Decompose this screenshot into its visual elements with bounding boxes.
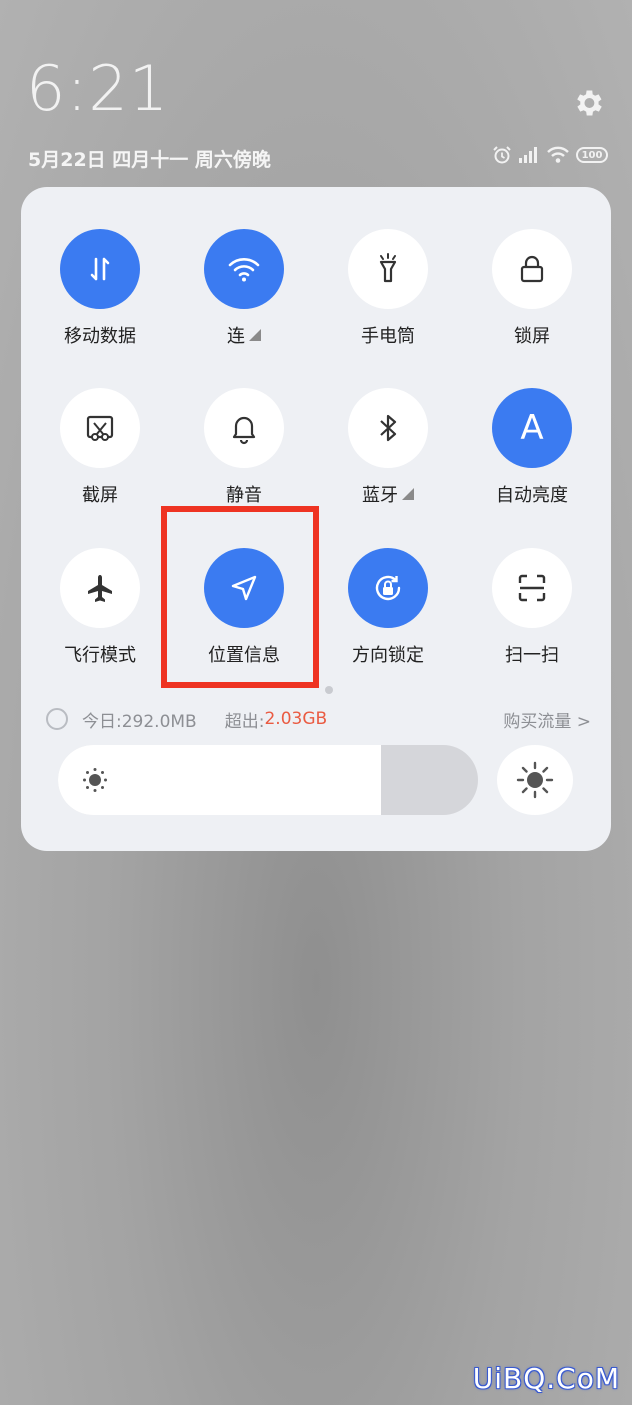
battery-icon: 100 bbox=[576, 147, 608, 163]
signal-icon bbox=[519, 147, 537, 163]
settings-gear-icon[interactable] bbox=[571, 86, 605, 120]
tile-scan[interactable]: 扫一扫 bbox=[467, 548, 597, 667]
tile-label: 飞行模式 bbox=[64, 645, 136, 666]
tile-wifi[interactable]: 连 bbox=[179, 229, 309, 348]
scan-icon[interactable] bbox=[492, 548, 572, 628]
tile-screenshot[interactable]: 截屏 bbox=[35, 388, 165, 507]
tile-flashlight[interactable]: 手电筒 bbox=[323, 229, 453, 348]
tile-auto-brightness[interactable]: A 自动亮度 bbox=[467, 388, 597, 507]
rotation-lock-icon[interactable] bbox=[348, 548, 428, 628]
lock-icon[interactable] bbox=[492, 229, 572, 309]
tile-label: 锁屏 bbox=[514, 326, 550, 347]
tile-label: 移动数据 bbox=[64, 326, 136, 347]
watermark-text: UiBQ.CoM bbox=[472, 1362, 620, 1395]
flashlight-icon[interactable] bbox=[348, 229, 428, 309]
page-indicator-dot bbox=[325, 686, 333, 694]
tile-label: 手电筒 bbox=[361, 326, 415, 347]
tile-label: 连 bbox=[227, 326, 245, 347]
highlight-box bbox=[161, 506, 319, 688]
wifi-icon[interactable] bbox=[204, 229, 284, 309]
clock-time: 6:21 bbox=[26, 52, 170, 125]
tile-label: 截屏 bbox=[82, 485, 118, 506]
buy-data-link[interactable]: 购买流量 > bbox=[503, 707, 591, 732]
bell-icon[interactable] bbox=[204, 388, 284, 468]
tile-label: 扫一扫 bbox=[505, 645, 559, 666]
brightness-low-icon bbox=[83, 768, 107, 792]
tile-rotation-lock[interactable]: 方向锁定 bbox=[323, 548, 453, 667]
tile-airplane[interactable]: 飞行模式 bbox=[35, 548, 165, 667]
data-today: 今日:292.0MB bbox=[82, 711, 197, 732]
brightness-slider[interactable] bbox=[58, 745, 478, 815]
sun-icon bbox=[516, 761, 554, 799]
wifi-status-icon bbox=[547, 146, 569, 163]
tile-lock-screen[interactable]: 锁屏 bbox=[467, 229, 597, 348]
data-usage-row: 今日:292.0MB 超出: 2.03GB 购买流量 > bbox=[46, 706, 591, 732]
tile-label: 静音 bbox=[226, 485, 262, 506]
tile-silent[interactable]: 静音 bbox=[179, 388, 309, 507]
data-over-label: 超出: bbox=[224, 711, 265, 732]
mobile-data-icon[interactable] bbox=[60, 229, 140, 309]
tile-bluetooth[interactable]: 蓝牙 bbox=[323, 388, 453, 507]
tile-mobile-data[interactable]: 移动数据 bbox=[35, 229, 165, 348]
status-icons: 100 bbox=[492, 144, 608, 166]
tile-label: 自动亮度 bbox=[496, 485, 568, 506]
auto-brightness-icon[interactable]: A bbox=[492, 388, 572, 468]
brightness-auto-button[interactable] bbox=[497, 745, 573, 815]
data-over-value: 2.03GB bbox=[264, 709, 328, 729]
expand-triangle-icon[interactable] bbox=[402, 488, 414, 500]
screenshot-icon[interactable] bbox=[60, 388, 140, 468]
bluetooth-icon[interactable] bbox=[348, 388, 428, 468]
tile-label: 方向锁定 bbox=[352, 645, 424, 666]
airplane-icon[interactable] bbox=[60, 548, 140, 628]
data-usage-ring-icon bbox=[46, 708, 68, 730]
expand-triangle-icon[interactable] bbox=[249, 329, 261, 341]
alarm-icon bbox=[493, 146, 511, 164]
tile-label: 蓝牙 bbox=[362, 485, 398, 506]
auto-brightness-glyph: A bbox=[520, 408, 544, 448]
date-text: 5月22日 四月十一 周六傍晚 bbox=[28, 149, 271, 171]
